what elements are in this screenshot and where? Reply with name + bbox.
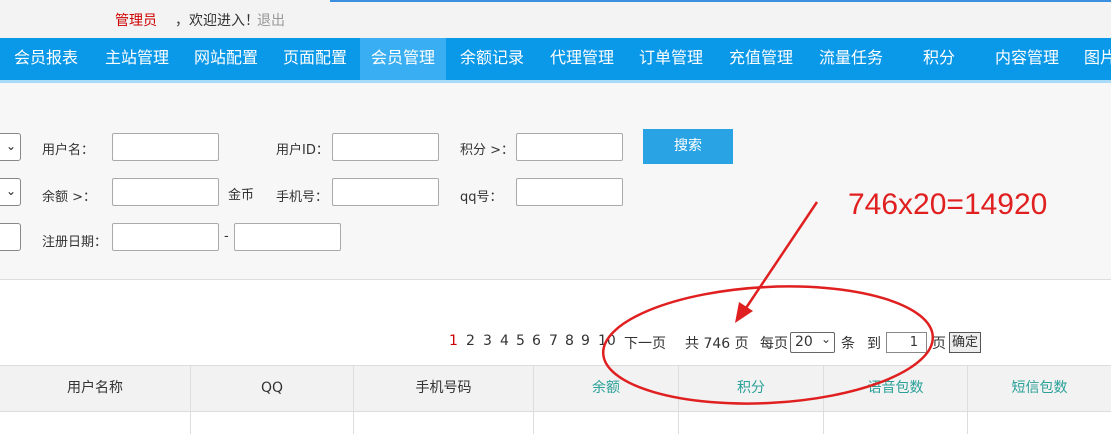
- annotation-arrow-line: [740, 201, 819, 315]
- annotation-text: 746x20=14920: [848, 188, 1048, 221]
- annotation-arrow-head: [735, 302, 753, 323]
- annotation-ellipse: [601, 285, 935, 405]
